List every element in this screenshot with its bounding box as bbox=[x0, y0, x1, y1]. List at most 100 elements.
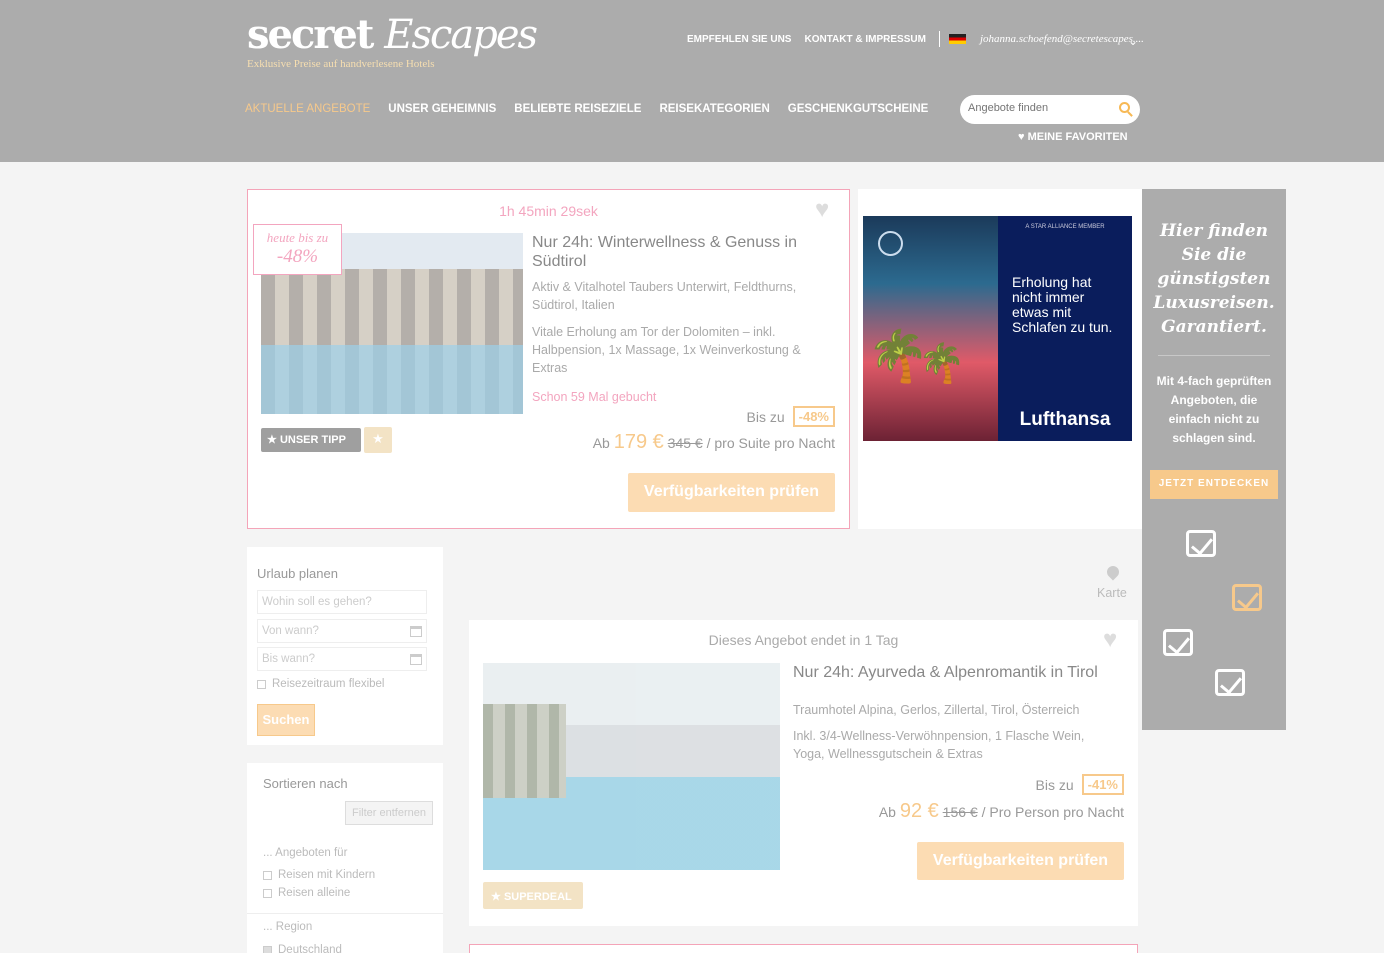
price-row: Ab 92 € 156 € / Pro Person pro Nacht bbox=[879, 800, 1124, 823]
germany-label: Deutschland bbox=[278, 944, 342, 953]
search-input[interactable] bbox=[968, 102, 1108, 114]
alone-checkbox[interactable]: Reisen alleine bbox=[263, 887, 350, 899]
deal-title[interactable]: Nur 24h: Ayurveda & Alpenromantik in Tir… bbox=[793, 663, 1113, 682]
logo[interactable]: secret Escapes Exklusive Preise auf hand… bbox=[247, 12, 538, 71]
ad-brand: Lufthansa bbox=[1019, 409, 1111, 430]
badge-line2: -48% bbox=[276, 246, 319, 267]
from-date-field[interactable]: Von wann? bbox=[257, 619, 427, 643]
search-button[interactable]: Suchen bbox=[257, 704, 315, 736]
kids-label: Reisen mit Kindern bbox=[278, 869, 376, 881]
deal-location: Traumhotel Alpina, Gerlos, Zillertal, Ti… bbox=[793, 703, 1080, 717]
tip-label: UNSER TIPP bbox=[279, 434, 346, 446]
nav-travel-categories[interactable]: REISEKATEGORIEN bbox=[659, 103, 769, 115]
chevron-down-icon[interactable]: ⌄ bbox=[1128, 34, 1138, 48]
discount-badge: heute bis zu -48% bbox=[253, 224, 342, 275]
sort-panel: Sortieren nach Filter entfernen ... Ange… bbox=[247, 763, 443, 953]
map-pin-icon[interactable] bbox=[1104, 563, 1122, 581]
recommend-link[interactable]: EMPFEHLEN SIE UNS bbox=[687, 34, 791, 45]
logo-tagline: Exklusive Preise auf handverlesene Hotel… bbox=[247, 58, 435, 70]
nav-popular-destinations[interactable]: BELIEBTE REISEZIELE bbox=[514, 103, 641, 115]
check-availability-button[interactable]: Verfügbarkeiten prüfen bbox=[628, 473, 835, 512]
divider bbox=[938, 31, 940, 47]
search-icon[interactable] bbox=[1119, 102, 1130, 113]
promo-headline: Hier finden Sie die günstigsten Luxusrei… bbox=[1153, 221, 1275, 337]
heart-icon: ♥ bbox=[1018, 131, 1025, 143]
flexible-label: Reisezeitraum flexibel bbox=[272, 678, 385, 690]
deal-card[interactable] bbox=[469, 944, 1138, 953]
nav-our-secret[interactable]: UNSER GEHEIMNIS bbox=[388, 103, 496, 115]
promo-banner[interactable]: Hier finden Sie die günstigsten Luxusrei… bbox=[1142, 189, 1286, 730]
lufthansa-crane-icon bbox=[878, 231, 903, 256]
deal-title[interactable]: Nur 24h: Winterwellness & Genuss in Südt… bbox=[532, 233, 832, 271]
checkbox-icon bbox=[1215, 669, 1245, 696]
deal-card[interactable]: 1h 45min 29sek ♥ heute bis zu -48% Nur 2… bbox=[247, 189, 850, 529]
favorites-link[interactable]: ♥ MEINE FAVORITEN bbox=[1018, 131, 1128, 143]
sort-title: Sortieren nach bbox=[263, 776, 348, 791]
ab-label: Ab bbox=[592, 435, 610, 451]
ad-message: Erholung hat nicht immer etwas mit Schla… bbox=[1012, 274, 1113, 335]
advertisement[interactable]: 🌴 🌴 A STAR ALLIANCE MEMBER Erholung hat … bbox=[858, 189, 1142, 529]
german-flag-icon[interactable] bbox=[948, 34, 966, 44]
checkbox[interactable] bbox=[263, 945, 272, 953]
remove-filter-button[interactable]: Filter entfernen bbox=[345, 801, 433, 825]
favorites-label: MEINE FAVORITEN bbox=[1027, 131, 1128, 143]
user-account[interactable]: johanna.schoefend@secretescapes.... bbox=[980, 33, 1144, 45]
discover-button[interactable]: JETZT ENTDECKEN bbox=[1150, 470, 1278, 499]
offers-for-heading: ... Angeboten für bbox=[263, 847, 347, 859]
price-unit: / pro Suite pro Nacht bbox=[706, 435, 835, 451]
deal-description: Vitale Erholung am Tor der Dolomiten – i… bbox=[532, 325, 801, 375]
site-header: secret Escapes Exklusive Preise auf hand… bbox=[0, 0, 1384, 162]
badge-line1: heute bis zu bbox=[266, 230, 329, 245]
plan-trip-panel: Urlaub planen Wohin soll es gehen? Von w… bbox=[247, 547, 443, 745]
main-nav: AKTUELLE ANGEBOTE UNSER GEHEIMNIS BELIEB… bbox=[245, 103, 946, 115]
from-date-placeholder: Von wann? bbox=[262, 625, 319, 637]
promo-body: Mit 4-fach geprüften Angeboten, die einf… bbox=[1156, 374, 1272, 445]
checkbox[interactable] bbox=[263, 870, 272, 880]
favorite-heart-icon[interactable]: ♥ bbox=[815, 196, 829, 224]
kids-checkbox[interactable]: Reisen mit Kindern bbox=[263, 869, 375, 881]
calendar-icon[interactable] bbox=[410, 626, 422, 637]
discount-percent: -48% bbox=[792, 406, 835, 427]
price-row: Ab 179 € 345 € / pro Suite pro Nacht bbox=[593, 431, 835, 454]
offer-ends: Dieses Angebot endet in 1 Tag bbox=[708, 632, 899, 648]
discount-percent: -41% bbox=[1081, 774, 1124, 795]
checkbox[interactable] bbox=[263, 888, 272, 898]
to-date-field[interactable]: Bis wann? bbox=[257, 647, 427, 671]
ad-text-panel: A STAR ALLIANCE MEMBER Erholung hat nich… bbox=[998, 216, 1132, 441]
price: 92 € bbox=[899, 800, 939, 822]
checkbox-icon bbox=[1232, 584, 1262, 611]
to-date-placeholder: Bis wann? bbox=[262, 653, 316, 665]
check-availability-button[interactable]: Verfügbarkeiten prüfen bbox=[917, 842, 1124, 880]
map-link[interactable]: Karte bbox=[1097, 586, 1127, 600]
flexible-checkbox[interactable]: Reisezeitraum flexibel bbox=[257, 678, 385, 690]
logo-escapes-text: Escapes bbox=[384, 12, 538, 58]
price-unit: / Pro Person pro Nacht bbox=[981, 804, 1124, 820]
deal-card[interactable]: Dieses Angebot endet in 1 Tag ♥ Nur 24h:… bbox=[469, 620, 1138, 926]
nav-gift-vouchers[interactable]: GESCHENKGUTSCHEINE bbox=[788, 103, 929, 115]
discount-row: Bis zu -41% bbox=[1036, 774, 1124, 795]
palm-tree-icon: 🌴 bbox=[918, 343, 966, 385]
divider bbox=[247, 913, 443, 914]
booked-count: Schon 59 Mal gebucht bbox=[532, 390, 657, 404]
price: 179 € bbox=[613, 431, 664, 453]
destination-field[interactable]: Wohin soll es gehen? bbox=[257, 590, 427, 614]
old-price: 345 € bbox=[667, 435, 703, 451]
bis-zu-label: Bis zu bbox=[746, 408, 785, 425]
favorite-heart-icon[interactable]: ♥ bbox=[1103, 626, 1117, 654]
checkbox-icon bbox=[1186, 530, 1216, 557]
superdeal-badge: ★ SUPERDEAL bbox=[483, 882, 583, 909]
superdeal-label: SUPERDEAL bbox=[503, 891, 572, 903]
trophy-icon: ★ bbox=[491, 891, 501, 903]
germany-checkbox[interactable]: Deutschland bbox=[263, 944, 342, 953]
bis-zu-label: Bis zu bbox=[1035, 776, 1074, 793]
ab-label: Ab bbox=[878, 804, 896, 820]
region-label: ... Region bbox=[263, 921, 313, 933]
star-icon: ★ bbox=[267, 434, 277, 446]
calendar-icon[interactable] bbox=[410, 654, 422, 665]
checkbox[interactable] bbox=[257, 679, 266, 689]
search-box bbox=[960, 95, 1140, 124]
hotel-image[interactable] bbox=[483, 663, 780, 870]
old-price: 156 € bbox=[942, 804, 978, 820]
contact-link[interactable]: KONTAKT & IMPRESSUM bbox=[804, 34, 925, 45]
nav-current-offers[interactable]: AKTUELLE ANGEBOTE bbox=[245, 103, 370, 115]
